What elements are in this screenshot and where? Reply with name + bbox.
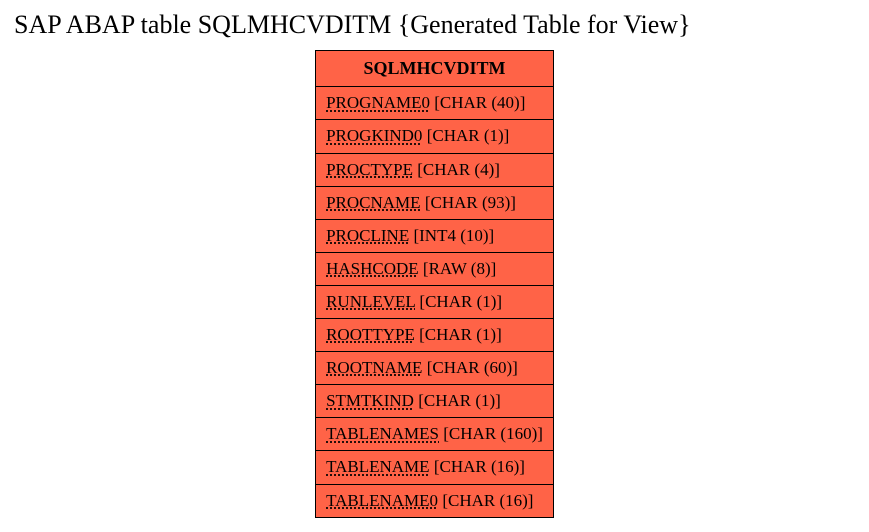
table-cell: TABLENAME [CHAR (16)] [316, 451, 554, 484]
table-row: PROCTYPE [CHAR (4)] [316, 153, 554, 186]
field-type: [CHAR (1)] [414, 391, 501, 410]
field-name: TABLENAME [326, 457, 429, 476]
table-cell: PROGNAME0 [CHAR (40)] [316, 87, 554, 120]
table-cell: PROGKIND0 [CHAR (1)] [316, 120, 554, 153]
table-cell: PROCLINE [INT4 (10)] [316, 219, 554, 252]
field-name: PROGNAME0 [326, 93, 430, 112]
table-row: TABLENAMES [CHAR (160)] [316, 418, 554, 451]
field-name: PROCTYPE [326, 160, 413, 179]
field-name: ROOTTYPE [326, 325, 415, 344]
table-row: TABLENAME0 [CHAR (16)] [316, 484, 554, 517]
table-body: PROGNAME0 [CHAR (40)]PROGKIND0 [CHAR (1)… [316, 87, 554, 517]
field-name: STMTKIND [326, 391, 414, 410]
field-name: PROGKIND0 [326, 126, 422, 145]
table-row: PROGNAME0 [CHAR (40)] [316, 87, 554, 120]
field-type: [CHAR (93)] [421, 193, 516, 212]
table-row: PROCLINE [INT4 (10)] [316, 219, 554, 252]
page-title: SAP ABAP table SQLMHCVDITM {Generated Ta… [0, 0, 869, 50]
field-type: [INT4 (10)] [409, 226, 494, 245]
field-name: HASHCODE [326, 259, 419, 278]
field-type: [CHAR (1)] [415, 325, 502, 344]
field-type: [RAW (8)] [419, 259, 497, 278]
table-row: PROCNAME [CHAR (93)] [316, 186, 554, 219]
field-type: [CHAR (60)] [422, 358, 517, 377]
table-cell: TABLENAMES [CHAR (160)] [316, 418, 554, 451]
field-type: [CHAR (160)] [439, 424, 543, 443]
table-row: ROOTTYPE [CHAR (1)] [316, 319, 554, 352]
table-cell: RUNLEVEL [CHAR (1)] [316, 285, 554, 318]
table-row: PROGKIND0 [CHAR (1)] [316, 120, 554, 153]
table-row: RUNLEVEL [CHAR (1)] [316, 285, 554, 318]
field-type: [CHAR (1)] [415, 292, 502, 311]
table-container: SQLMHCVDITM PROGNAME0 [CHAR (40)]PROGKIN… [0, 50, 869, 518]
table-cell: PROCTYPE [CHAR (4)] [316, 153, 554, 186]
field-name: RUNLEVEL [326, 292, 415, 311]
table-cell: TABLENAME0 [CHAR (16)] [316, 484, 554, 517]
field-type: [CHAR (40)] [430, 93, 525, 112]
field-type: [CHAR (16)] [438, 491, 533, 510]
field-type: [CHAR (4)] [413, 160, 500, 179]
field-type: [CHAR (16)] [430, 457, 525, 476]
table-row: STMTKIND [CHAR (1)] [316, 385, 554, 418]
table-cell: HASHCODE [RAW (8)] [316, 252, 554, 285]
field-name: ROOTNAME [326, 358, 422, 377]
table-cell: STMTKIND [CHAR (1)] [316, 385, 554, 418]
field-name: PROCNAME [326, 193, 420, 212]
table-row: ROOTNAME [CHAR (60)] [316, 352, 554, 385]
table-row: HASHCODE [RAW (8)] [316, 252, 554, 285]
field-name: TABLENAMES [326, 424, 439, 443]
table-header: SQLMHCVDITM [316, 51, 554, 87]
sql-table: SQLMHCVDITM PROGNAME0 [CHAR (40)]PROGKIN… [315, 50, 554, 518]
table-cell: ROOTNAME [CHAR (60)] [316, 352, 554, 385]
table-row: TABLENAME [CHAR (16)] [316, 451, 554, 484]
table-cell: ROOTTYPE [CHAR (1)] [316, 319, 554, 352]
field-type: [CHAR (1)] [422, 126, 509, 145]
field-name: TABLENAME0 [326, 491, 438, 510]
field-name: PROCLINE [326, 226, 409, 245]
table-cell: PROCNAME [CHAR (93)] [316, 186, 554, 219]
